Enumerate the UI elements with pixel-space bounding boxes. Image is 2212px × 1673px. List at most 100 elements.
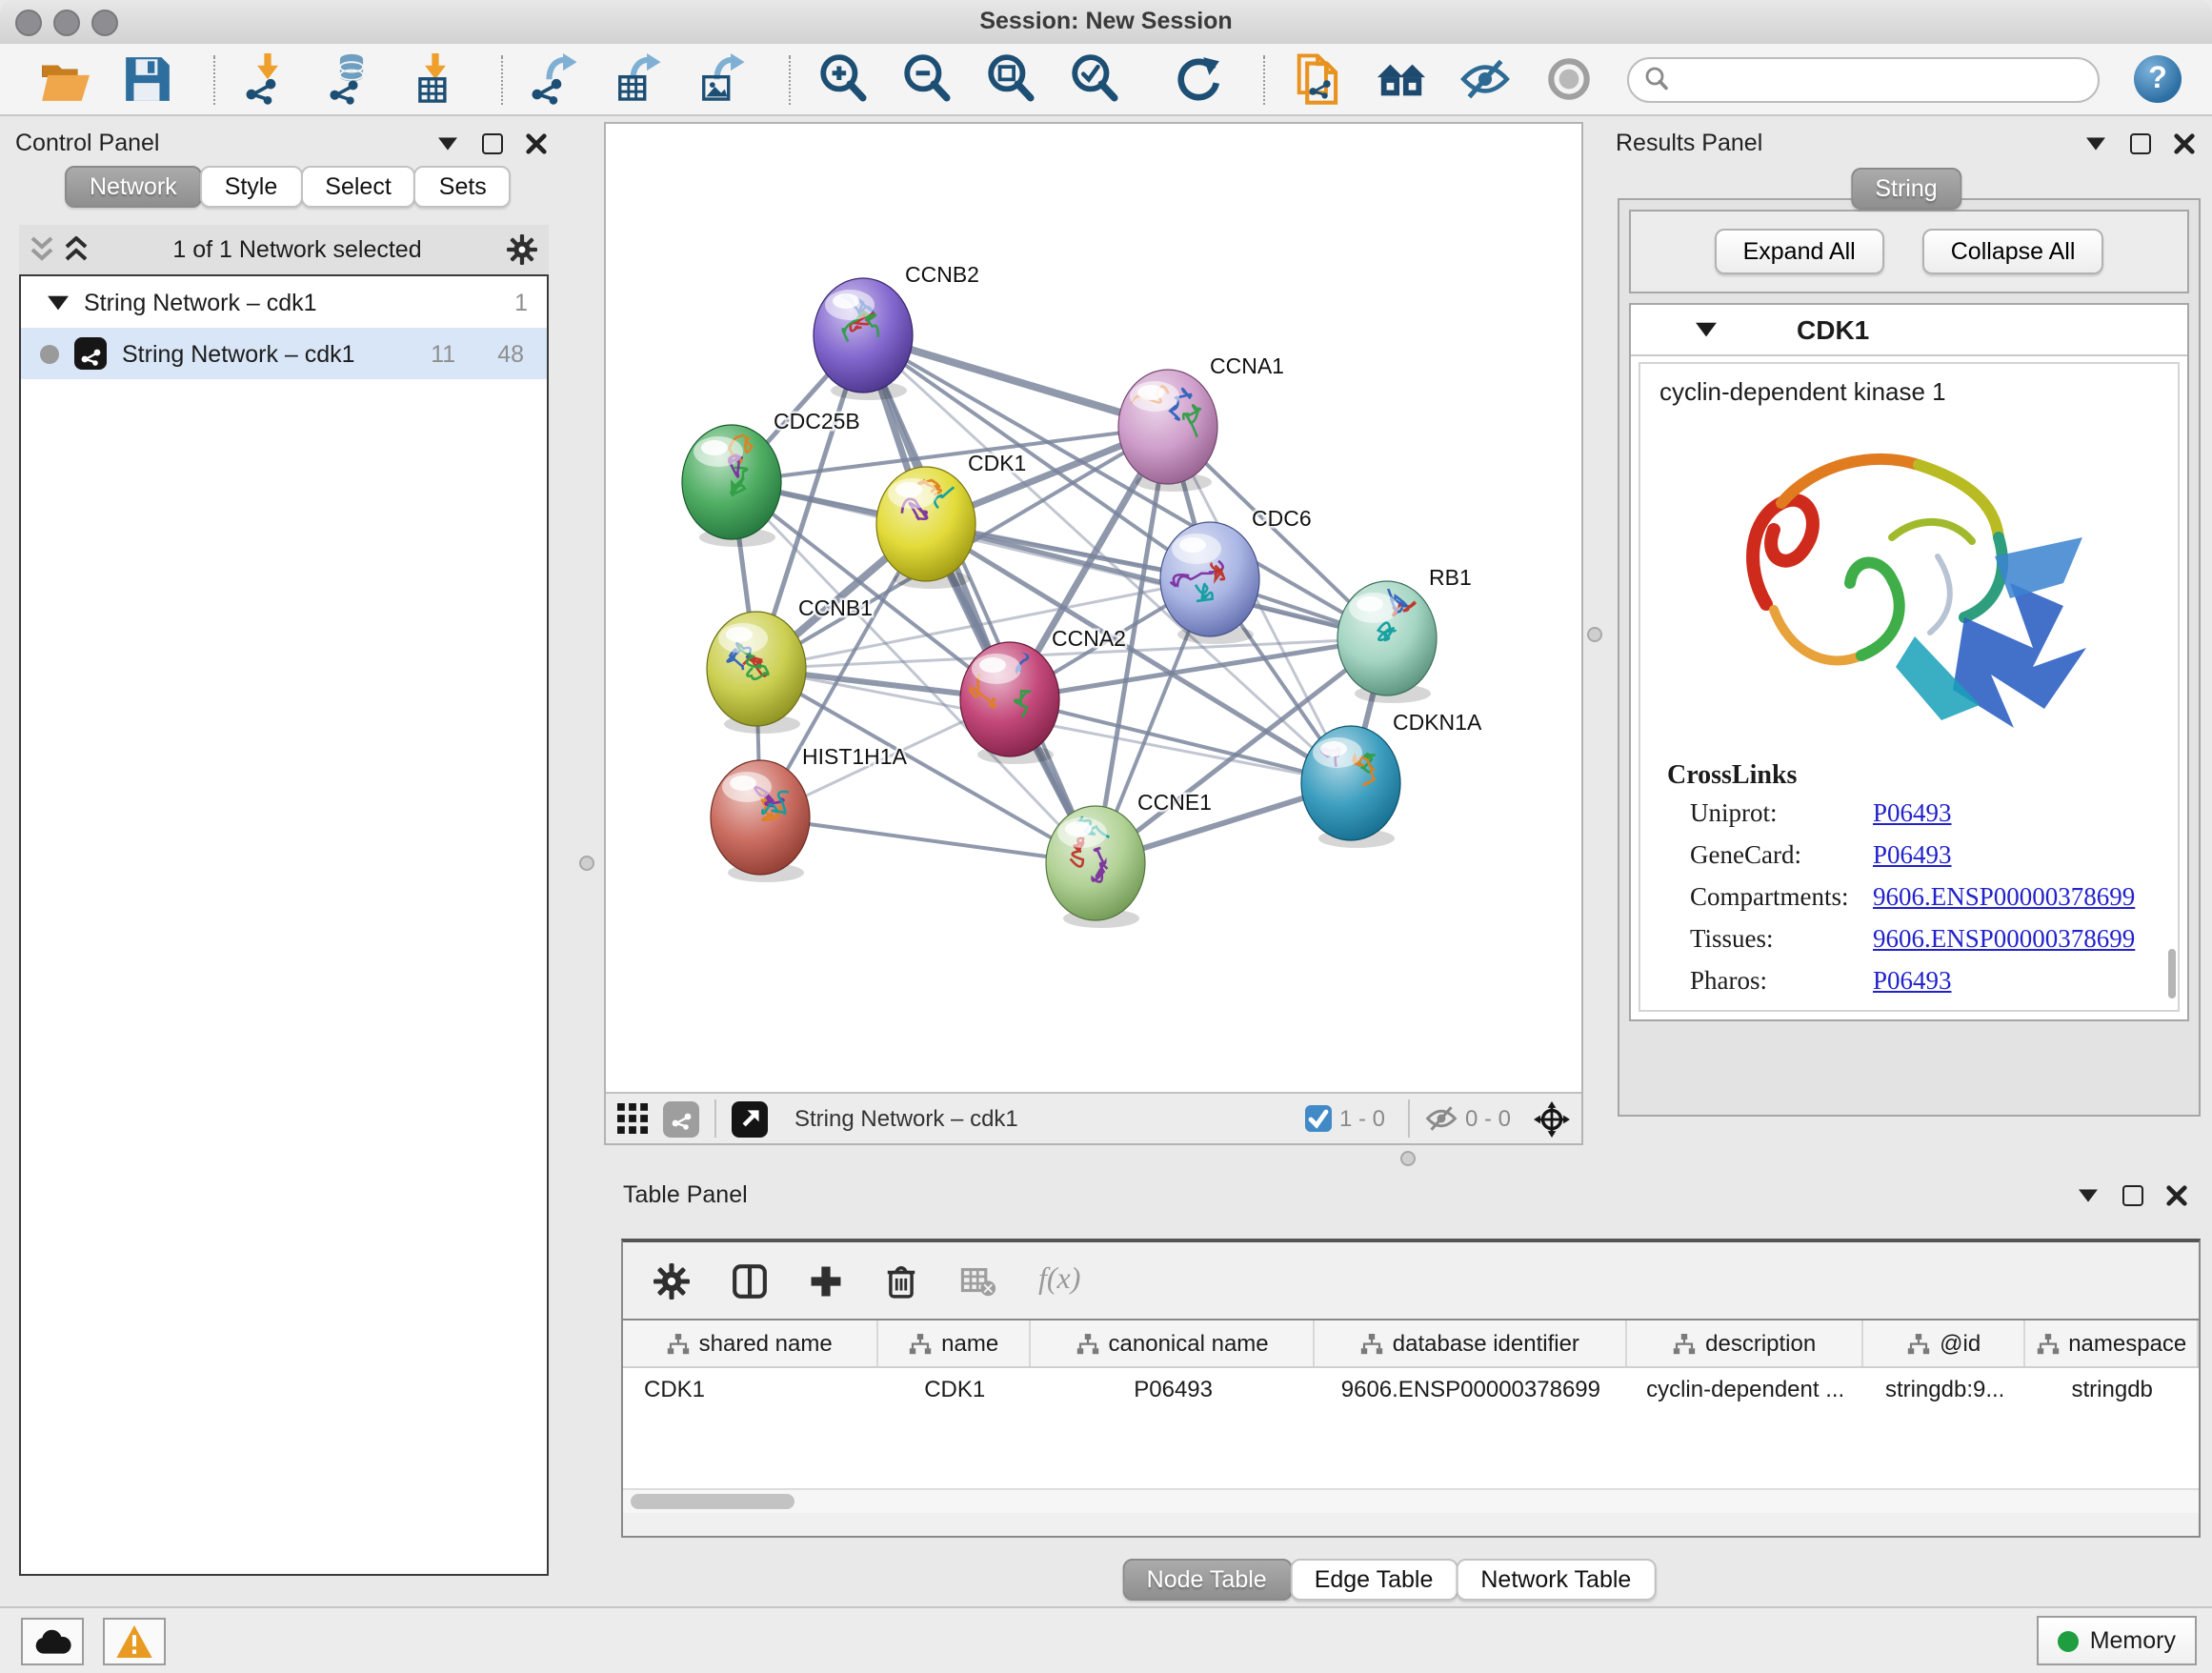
pharos-link[interactable]: P06493 [1873,966,1952,997]
network-node-CDC25B[interactable]: CDC25B [682,409,860,547]
network-node-HIST1H1A[interactable]: HIST1H1A [711,744,908,882]
cloud-status-button[interactable] [21,1618,84,1665]
close-window-button[interactable] [15,10,42,36]
refresh-icon[interactable] [1172,53,1223,105]
column-header-description[interactable]: description [1626,1320,1863,1366]
column-header-namespace[interactable]: namespace [2025,1320,2199,1366]
zoom-selected-icon[interactable] [1069,53,1120,105]
table-horizontal-scrollbar[interactable] [623,1488,2199,1513]
network-node-CDC6[interactable]: CDC6 [1160,506,1312,644]
results-scrollbar[interactable] [2168,949,2176,998]
collapse-all-icon[interactable] [30,236,53,263]
network-row[interactable]: String Network – cdk1 11 48 [21,328,547,379]
panel-menu-icon[interactable] [434,130,461,156]
table-cell[interactable]: stringdb:9... [1864,1368,2026,1408]
network-node-CDKN1A[interactable]: CDKN1A [1301,710,1482,848]
table-cell[interactable]: 9606.ENSP00000378699 [1315,1368,1626,1408]
float-panel-icon[interactable] [2126,130,2153,156]
hidden-eye-icon[interactable] [1425,1105,1458,1132]
column-header-database-identifier[interactable]: database identifier [1315,1320,1626,1366]
panel-menu-icon[interactable] [2075,1181,2101,1208]
table-cell[interactable]: P06493 [1032,1368,1315,1408]
genecard-link[interactable]: P06493 [1873,840,1952,871]
float-panel-icon[interactable] [2119,1181,2145,1208]
share-document-icon[interactable] [1292,53,1343,105]
panel-menu-icon[interactable] [2082,130,2109,156]
grid-view-icon[interactable] [617,1103,648,1134]
search-field[interactable] [1627,56,2100,102]
tab-select[interactable]: Select [300,166,416,208]
zoom-in-icon[interactable] [817,53,869,105]
close-panel-icon[interactable] [2170,130,2197,156]
network-node-CCNB2[interactable]: CCNB2 [814,262,979,400]
selected-checkbox-icon[interactable] [1305,1105,1332,1132]
left-splitter-handle[interactable] [579,856,594,871]
string-view-icon[interactable] [663,1100,699,1137]
minimize-window-button[interactable] [53,10,80,36]
tab-style[interactable]: Style [200,166,303,208]
memory-button[interactable]: Memory [2037,1616,2197,1665]
bottom-splitter-handle[interactable] [1400,1151,1416,1166]
network-options-gear-icon[interactable] [507,234,537,265]
compartments-link[interactable]: 9606.ENSP00000378699 [1873,882,2135,913]
expand-all-button[interactable]: Expand All [1715,229,1884,274]
column-header--id[interactable]: @id [1864,1320,2026,1366]
table-cell[interactable]: CDK1 [877,1368,1032,1408]
tab-sets[interactable]: Sets [414,166,512,208]
open-session-icon[interactable] [38,53,90,105]
float-panel-icon[interactable] [478,130,505,156]
close-panel-icon[interactable] [522,130,549,156]
import-network-file-icon[interactable] [242,53,293,105]
close-panel-icon[interactable] [2162,1181,2189,1208]
table-options-gear-icon[interactable] [654,1262,690,1299]
detach-view-icon[interactable] [732,1100,768,1137]
network-collection-row[interactable]: String Network – cdk1 1 [21,276,547,328]
collection-expander-icon[interactable] [48,294,69,310]
tab-edge-table[interactable]: Edge Table [1290,1559,1458,1601]
tab-string-results[interactable]: String [1850,168,1961,210]
add-column-icon[interactable] [810,1264,842,1297]
network-canvas[interactable]: CCNB2CCNA1CDC25BCDK1CDC6RB1CCNB1CCNA2CDK… [606,124,1581,1092]
collapse-all-button[interactable]: Collapse All [1922,229,2104,274]
home-icon[interactable] [1376,53,1427,105]
network-node-CCNA1[interactable]: CCNA1 [1111,353,1284,492]
network-edge-CCNB2-CCNE1[interactable] [863,335,1096,863]
table-cell[interactable]: CDK1 [623,1368,877,1408]
tab-network-table[interactable]: Network Table [1456,1559,1656,1601]
warnings-button[interactable] [103,1618,166,1665]
help-icon[interactable]: ? [2134,55,2182,103]
table-cell[interactable]: stringdb [2025,1368,2199,1408]
show-graphics-details-icon[interactable] [1543,53,1595,105]
gene-section-header[interactable]: CDK1 [1631,305,2187,356]
save-session-icon[interactable] [122,53,173,105]
network-node-RB1[interactable]: RB1 [1337,565,1472,703]
uniprot-link[interactable]: P06493 [1873,798,1952,829]
table-row[interactable]: CDK1CDK1P064939606.ENSP00000378699cyclin… [623,1368,2199,1408]
export-image-icon[interactable] [697,53,749,105]
column-header-canonical-name[interactable]: canonical name [1032,1320,1315,1366]
split-table-icon[interactable] [732,1262,768,1299]
zoom-fit-icon[interactable] [985,53,1036,105]
tab-network[interactable]: Network [65,166,202,208]
column-header-name[interactable]: name [877,1320,1032,1366]
import-network-database-icon[interactable] [326,53,377,105]
search-input[interactable] [1669,64,2082,94]
section-expander-icon[interactable] [1696,322,1717,337]
zoom-out-icon[interactable] [901,53,953,105]
table-cell[interactable]: cyclin-dependent ... [1626,1368,1863,1408]
hide-graphics-details-icon[interactable] [1459,53,1511,105]
control-panel: Control Panel Network Style Select Sets … [0,116,564,1606]
tab-node-table[interactable]: Node Table [1122,1559,1292,1601]
delete-column-icon[interactable] [884,1262,918,1299]
export-table-icon[interactable] [613,53,665,105]
export-network-icon[interactable] [530,53,581,105]
navigator-crosshair-icon[interactable] [1534,1100,1570,1137]
import-table-icon[interactable] [410,53,461,105]
maximize-window-button[interactable] [91,10,118,36]
column-header-shared-name[interactable]: shared name [623,1320,877,1366]
expand-all-icon[interactable] [65,236,88,263]
network-edge-HIST1H1A-CCNE1[interactable] [760,817,1096,863]
tissues-link[interactable]: 9606.ENSP00000378699 [1873,924,2135,955]
scrollbar-thumb[interactable] [631,1494,794,1509]
network-node-CDK1[interactable]: CDK1 [876,451,1026,589]
